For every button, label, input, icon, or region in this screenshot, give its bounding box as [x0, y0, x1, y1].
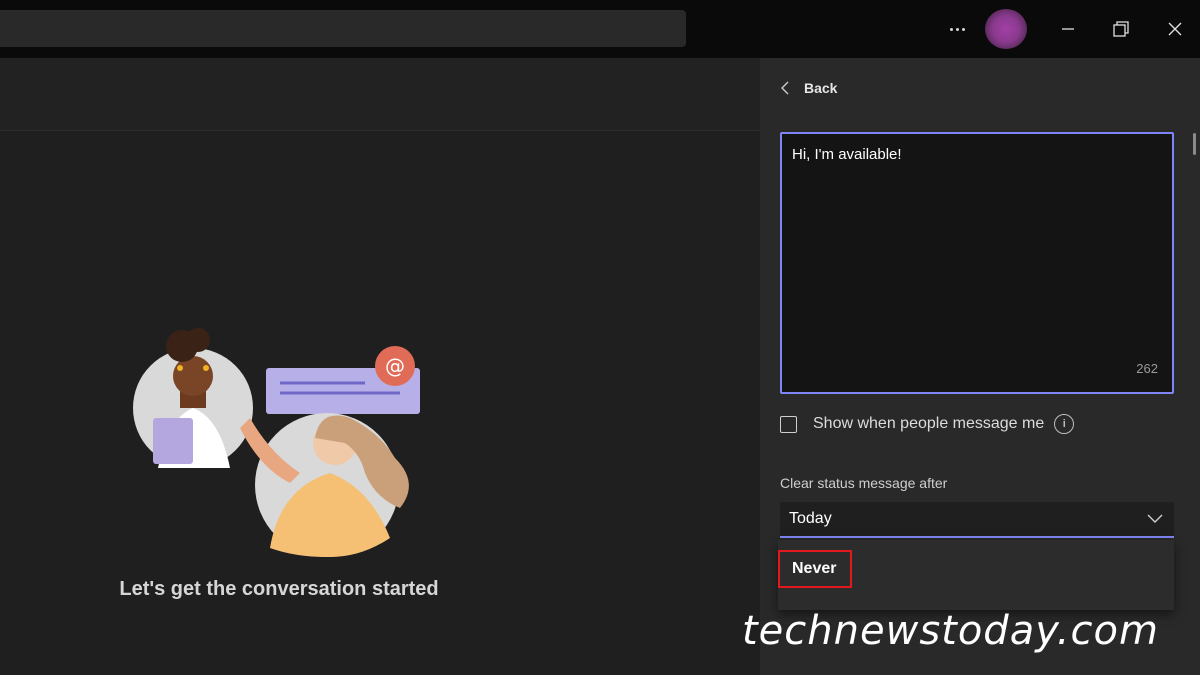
avatar[interactable]	[985, 9, 1027, 49]
show-when-message-row: Show when people message me i	[780, 414, 1075, 434]
close-icon	[1168, 22, 1182, 36]
option-never[interactable]: Never	[778, 550, 852, 588]
search-input[interactable]	[0, 10, 686, 47]
clear-after-label: Clear status message after	[780, 475, 948, 491]
chat-header	[0, 58, 760, 131]
back-button[interactable]: Back	[780, 80, 837, 96]
clear-after-value: Today	[789, 510, 832, 527]
status-message-input[interactable]: Hi, I'm available! 262	[780, 132, 1174, 394]
title-bar	[0, 0, 1200, 58]
scrollbar[interactable]	[1193, 133, 1196, 155]
char-count: 262	[1136, 361, 1158, 376]
show-when-message-label: Show when people message me	[813, 415, 1045, 432]
conversation-illustration: @	[133, 328, 420, 558]
svg-text:@: @	[385, 354, 405, 378]
clear-after-dropdown[interactable]: Today	[780, 502, 1174, 538]
restore-icon	[1113, 21, 1129, 37]
maximize-button[interactable]	[1106, 14, 1136, 44]
minimize-button[interactable]	[1053, 14, 1083, 44]
more-icon	[949, 27, 953, 31]
status-message-text: Hi, I'm available!	[792, 146, 902, 163]
status-message-panel: Back Hi, I'm available! 262 Show when pe…	[760, 58, 1200, 675]
option-never-label: Never	[792, 560, 837, 577]
more-options-button[interactable]	[940, 14, 974, 44]
info-icon[interactable]: i	[1054, 414, 1075, 434]
back-label: Back	[804, 80, 838, 96]
chat-pane: @ Let's get the conversation started	[0, 58, 760, 675]
watermark: technewstoday.com	[742, 608, 1159, 654]
show-when-message-checkbox[interactable]	[780, 415, 797, 433]
chevron-down-icon	[1147, 514, 1163, 523]
clear-after-options: Never	[778, 540, 1174, 610]
chevron-left-icon	[781, 81, 789, 95]
close-button[interactable]	[1160, 14, 1190, 44]
empty-state-text: Let's get the conversation started	[119, 578, 439, 600]
minimize-icon	[1062, 28, 1074, 30]
